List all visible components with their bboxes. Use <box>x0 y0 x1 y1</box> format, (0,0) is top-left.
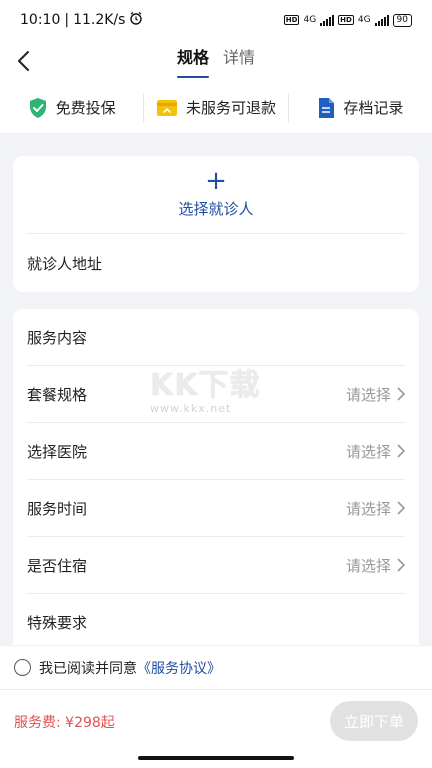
hd-icon-2: HD <box>338 15 354 25</box>
nav-bar: 规格 详情 <box>0 40 432 82</box>
watermark: KK下载 www.kkx.net <box>150 360 290 420</box>
watermark-url: www.kkx.net <box>150 402 232 415</box>
patient-address-row[interactable]: 就诊人地址 <box>27 234 405 292</box>
feature-label: 存档记录 <box>343 99 404 117</box>
features-strip: 免费投保 未服务可退款 存档记录 <box>0 82 432 134</box>
patient-card: + 选择就诊人 就诊人地址 <box>13 156 419 292</box>
feature-label: 免费投保 <box>55 99 116 117</box>
status-time: 10:10 <box>20 12 61 28</box>
row-label: 选择医院 <box>27 442 88 461</box>
feature-refund[interactable]: 未服务可退款 <box>143 92 287 123</box>
row-value: 请选择 <box>345 442 391 461</box>
agreement-text: 我已阅读并同意 <box>39 660 137 677</box>
tab-spec[interactable]: 规格 <box>176 40 210 80</box>
special-requirements-row[interactable]: 特殊要求 <box>27 594 405 651</box>
network-label: 4G <box>303 15 317 25</box>
row-label: 服务时间 <box>27 499 88 518</box>
status-speed: 11.2K/s <box>73 12 126 28</box>
select-patient-button[interactable]: + 选择就诊人 <box>27 156 405 234</box>
patient-address-label: 就诊人地址 <box>27 254 103 273</box>
feature-label: 未服务可退款 <box>185 99 276 117</box>
service-content-row: 服务内容 <box>27 309 405 366</box>
row-value: 请选择 <box>345 385 391 404</box>
watermark-logo: KK下载 <box>150 368 261 403</box>
alarm-icon <box>129 11 143 29</box>
status-bar: 10:10 | 11.2K/s HD 4G HD 4G 90 <box>0 0 432 40</box>
status-divider: | <box>64 12 70 28</box>
home-indicator[interactable] <box>138 756 294 760</box>
order-now-button[interactable]: 立即下单 <box>330 701 418 741</box>
row-label: 是否住宿 <box>27 556 88 575</box>
feature-free-insurance[interactable]: 免费投保 <box>0 93 143 123</box>
signal-icon-2 <box>374 14 389 26</box>
feature-archive[interactable]: 存档记录 <box>287 92 432 123</box>
row-value: 请选择 <box>345 499 391 518</box>
signal-icon <box>320 14 335 26</box>
agreement-checkbox[interactable] <box>14 659 31 676</box>
hd-icon: HD <box>283 15 300 25</box>
chevron-right-icon <box>397 501 405 515</box>
network-label-2: 4G <box>357 15 371 25</box>
chevron-right-icon <box>397 558 405 572</box>
accommodation-row[interactable]: 是否住宿 请选择 <box>27 537 405 594</box>
select-hospital-row[interactable]: 选择医院 请选择 <box>27 423 405 480</box>
row-value: 请选择 <box>345 556 391 575</box>
row-label: 套餐规格 <box>27 385 88 404</box>
service-agreement-link[interactable]: 《服务协议》 <box>137 658 221 678</box>
refund-icon <box>156 99 177 116</box>
agreement-bar: 我已阅读并同意 《服务协议》 <box>0 645 432 689</box>
special-requirements-label: 特殊要求 <box>27 614 88 632</box>
document-icon <box>319 97 335 118</box>
select-patient-label: 选择就诊人 <box>178 200 254 218</box>
tab-details[interactable]: 详情 <box>223 40 255 80</box>
service-time-row[interactable]: 服务时间 请选择 <box>27 480 405 537</box>
shield-check-icon <box>29 97 46 118</box>
service-content-label: 服务内容 <box>27 328 88 347</box>
tabs: 规格 详情 <box>0 40 432 80</box>
chevron-right-icon <box>397 444 405 458</box>
service-fee: 服务费: ¥298起 <box>14 715 115 731</box>
plus-icon: + <box>205 166 227 196</box>
chevron-right-icon <box>397 387 405 401</box>
battery-icon: 90 <box>392 13 412 27</box>
